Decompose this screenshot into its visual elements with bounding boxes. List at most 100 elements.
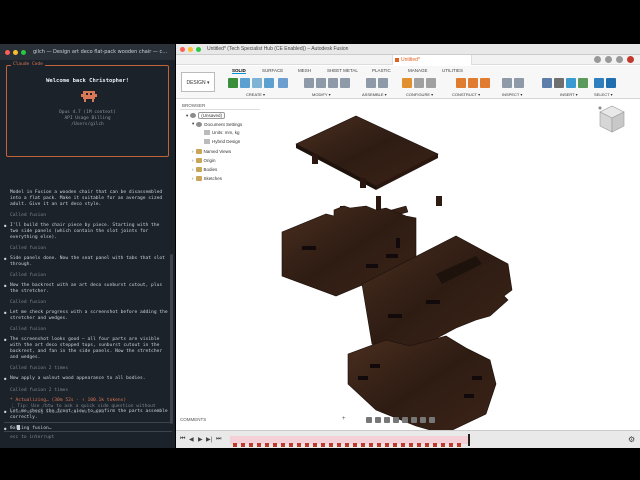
comments-panel[interactable]: COMMENTS (180, 417, 206, 422)
rule-icon[interactable] (426, 78, 436, 88)
tree-item-document-settings[interactable]: ▾ Document Settings (192, 121, 242, 127)
interrupt-hint: esc to interrupt (10, 435, 55, 440)
tree-item-label: Units: mm, kg (212, 130, 240, 135)
minimize-icon[interactable] (13, 49, 18, 55)
status-line: * Actualizing… (30m 52s · ↑ 100.1k token… (10, 398, 168, 416)
seat-panel[interactable] (295, 115, 439, 187)
tab-utilities[interactable]: UTILITIES (442, 68, 463, 73)
workspace-switcher[interactable]: DESIGN ▾ (181, 72, 215, 92)
grid-settings-icon[interactable] (420, 417, 426, 423)
avatar[interactable] (627, 56, 634, 63)
tab-sheet-metal[interactable]: SHEET METAL (327, 68, 358, 73)
look-at-icon[interactable] (375, 417, 381, 423)
insert-icon[interactable] (542, 78, 552, 88)
fit-icon[interactable] (402, 417, 408, 423)
slot (464, 394, 474, 398)
expand-icon[interactable]: › (192, 176, 194, 181)
view-cube[interactable] (598, 104, 626, 136)
group-modify[interactable]: MODIFY ▾ (312, 92, 331, 97)
orbit-icon[interactable] (366, 417, 372, 423)
press-pull-icon[interactable] (304, 78, 314, 88)
fillet-icon[interactable] (316, 78, 326, 88)
add-tab-icon[interactable] (594, 56, 601, 63)
close-icon[interactable] (5, 49, 10, 55)
hole-icon[interactable] (264, 78, 274, 88)
canvas-icon[interactable] (566, 78, 576, 88)
timeline-back-button[interactable]: ◀ (189, 436, 194, 443)
viewports-icon[interactable] (429, 417, 435, 423)
point-icon[interactable] (480, 78, 490, 88)
tab-solid[interactable]: SOLID (232, 68, 246, 74)
expand-icon[interactable]: ▾ (192, 121, 194, 127)
tree-root[interactable]: ▾ (Unsaved) (186, 112, 226, 119)
timeline-end-button[interactable]: ⏭ (216, 436, 221, 443)
tree-item-sketches[interactable]: › Sketches (192, 176, 222, 181)
tab-manage[interactable]: MANAGE (408, 68, 428, 73)
expand-icon[interactable]: › (192, 167, 194, 172)
select-icon[interactable] (594, 78, 604, 88)
group-select[interactable]: SELECT ▾ (594, 92, 613, 97)
timeline-features[interactable] (230, 441, 468, 448)
tool-call-line: Called fusion (10, 246, 46, 251)
tree-item-named-views[interactable]: › Named Views (192, 149, 231, 154)
close-icon[interactable] (180, 46, 185, 52)
configure-icon[interactable] (402, 78, 412, 88)
zoom-icon[interactable] (21, 49, 26, 55)
add-comment-button[interactable]: + (342, 416, 346, 422)
tab-plastic[interactable]: PLASTIC (372, 68, 391, 73)
display-settings-icon[interactable] (411, 417, 417, 423)
zoom-icon[interactable] (393, 417, 399, 423)
tool-call-line: Called fusion (10, 327, 46, 332)
new-sketch-icon[interactable] (228, 78, 238, 88)
timeline-start-button[interactable]: ⏮ (180, 436, 185, 443)
expand-icon[interactable]: ▾ (186, 113, 188, 119)
extrude-icon[interactable] (240, 78, 250, 88)
revolve-icon[interactable] (252, 78, 262, 88)
group-configure[interactable]: CONFIGURE ▾ (406, 92, 433, 97)
tree-item-bodies[interactable]: › Bodies (192, 167, 217, 172)
new-component-icon[interactable] (366, 78, 376, 88)
expand-icon[interactable]: › (192, 158, 194, 163)
visibility-icon[interactable] (190, 113, 197, 118)
tab-mesh[interactable]: MESH (298, 68, 311, 73)
gear-icon[interactable]: ⚙ (628, 435, 635, 444)
mesh-insert-icon[interactable] (578, 78, 588, 88)
tree-item-hybrid-design[interactable]: Hybrid Design (204, 139, 240, 144)
decal-icon[interactable] (554, 78, 564, 88)
wedge[interactable] (436, 196, 442, 206)
group-inspect[interactable]: INSPECT ▾ (502, 92, 522, 97)
offset-plane-icon[interactable] (456, 78, 466, 88)
pan-icon[interactable] (384, 417, 390, 423)
notifications-icon[interactable] (605, 56, 612, 63)
joint-icon[interactable] (378, 78, 388, 88)
group-insert[interactable]: INSERT ▾ (560, 92, 578, 97)
welcome-info: Opus 4.7 (1M context) API Usage Billing … (7, 110, 168, 128)
group-create[interactable]: CREATE ▾ (246, 92, 265, 97)
timeline-marker[interactable] (468, 434, 470, 446)
group-construct[interactable]: CONSTRUCT ▾ (452, 92, 480, 97)
viewport-model[interactable] (276, 114, 556, 434)
timeline-track[interactable] (230, 436, 468, 447)
box-icon[interactable] (278, 78, 288, 88)
combine-icon[interactable] (340, 78, 350, 88)
section-analysis-icon[interactable] (514, 78, 524, 88)
select-filter-icon[interactable] (606, 78, 616, 88)
shell-icon[interactable] (328, 78, 338, 88)
timeline-play-button[interactable]: ▶ (198, 436, 203, 443)
terminal-scrollbar[interactable] (170, 254, 173, 424)
document-tab[interactable]: Untitled* (392, 55, 472, 65)
expand-icon[interactable]: › (192, 149, 194, 154)
help-icon[interactable] (616, 56, 623, 63)
timeline: ⏮ ◀ ▶ ▶| ⏭ ⚙ (176, 430, 640, 448)
minimize-icon[interactable] (188, 46, 193, 52)
measure-icon[interactable] (502, 78, 512, 88)
tree-item-origin[interactable]: › Origin (192, 158, 216, 163)
tab-surface[interactable]: SURFACE (262, 68, 283, 73)
group-assemble[interactable]: ASSEMBLE ▾ (362, 92, 387, 97)
timeline-forward-button[interactable]: ▶| (206, 436, 212, 443)
zoom-icon[interactable] (196, 46, 201, 52)
table-icon[interactable] (414, 78, 424, 88)
axis-icon[interactable] (468, 78, 478, 88)
tree-item-units[interactable]: Units: mm, kg (204, 130, 240, 135)
prompt-input[interactable]: > (4, 422, 172, 432)
